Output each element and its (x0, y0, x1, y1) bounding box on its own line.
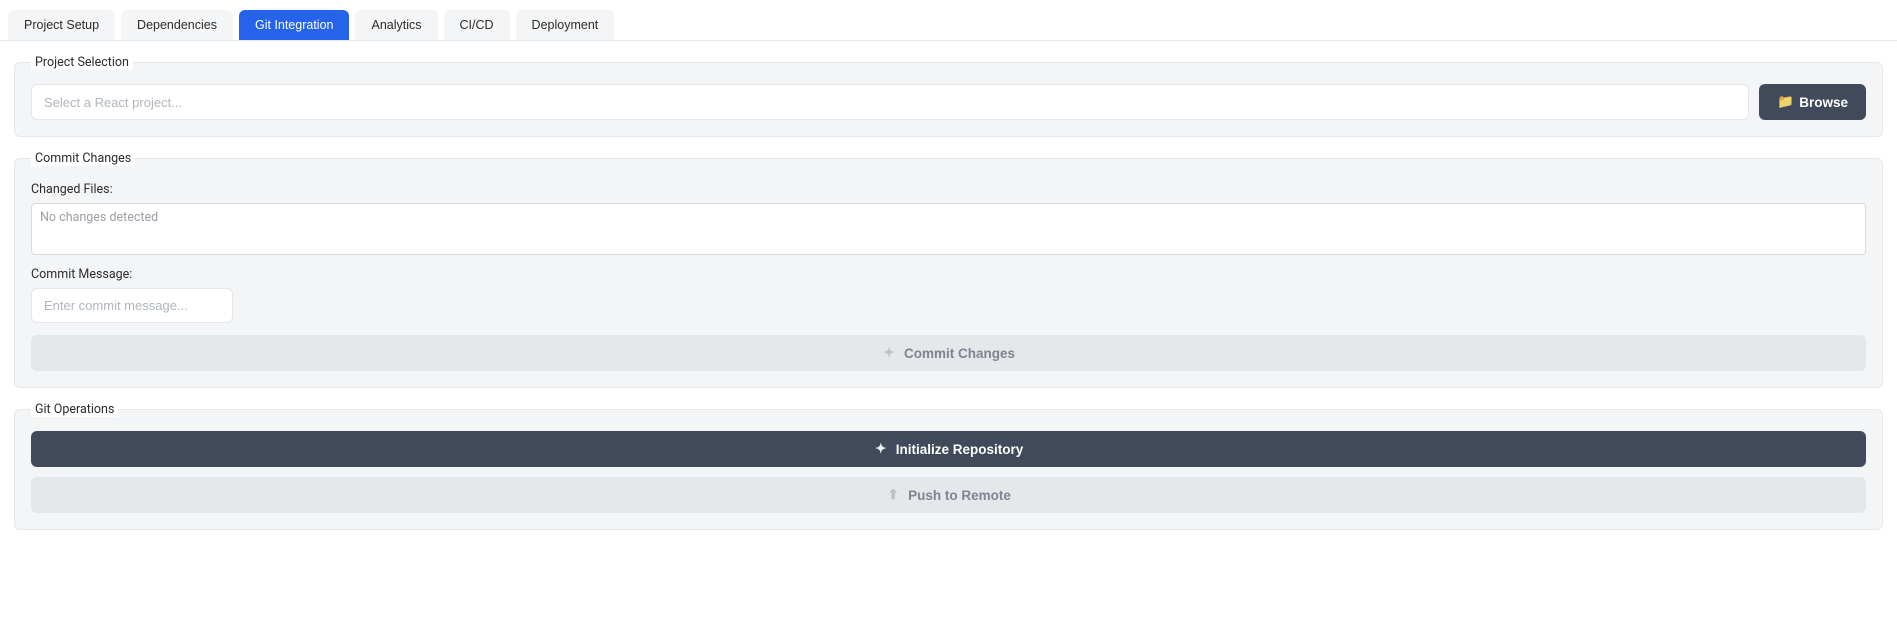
browse-button-label: Browse (1799, 95, 1848, 110)
commit-icon: ✦ (882, 345, 896, 361)
upload-icon: ⬆ (886, 487, 900, 503)
tab-project-setup[interactable]: Project Setup (8, 10, 115, 40)
changed-files-label: Changed Files: (31, 182, 1866, 197)
project-path-input[interactable] (31, 84, 1749, 120)
tab-git-integration[interactable]: Git Integration (239, 10, 350, 40)
tab-ci-cd[interactable]: CI/CD (444, 10, 510, 40)
push-to-remote-label: Push to Remote (908, 488, 1011, 503)
git-operations-group: Git Operations ✦ Initialize Repository ⬆… (14, 402, 1883, 530)
initialize-repository-label: Initialize Repository (896, 442, 1024, 457)
commit-message-label: Commit Message: (31, 267, 1866, 282)
project-selection-group: Project Selection 📁 Browse (14, 55, 1883, 137)
changed-files-box[interactable]: No changes detected (31, 203, 1866, 255)
tab-deployment[interactable]: Deployment (516, 10, 615, 40)
commit-changes-legend: Commit Changes (31, 151, 135, 166)
commit-changes-button[interactable]: ✦ Commit Changes (31, 335, 1866, 371)
folder-icon: 📁 (1777, 94, 1791, 110)
git-operations-legend: Git Operations (31, 402, 118, 417)
project-selection-legend: Project Selection (31, 55, 133, 70)
commit-changes-group: Commit Changes Changed Files: No changes… (14, 151, 1883, 388)
initialize-repository-button[interactable]: ✦ Initialize Repository (31, 431, 1866, 467)
commit-message-input[interactable] (31, 288, 233, 323)
tab-content: Project Selection 📁 Browse Commit Change… (0, 41, 1897, 558)
tab-analytics[interactable]: Analytics (355, 10, 437, 40)
tabs-bar: Project Setup Dependencies Git Integrati… (0, 0, 1897, 41)
sparkle-icon: ✦ (874, 441, 888, 457)
browse-button[interactable]: 📁 Browse (1759, 84, 1866, 120)
commit-changes-button-label: Commit Changes (904, 346, 1015, 361)
push-to-remote-button[interactable]: ⬆ Push to Remote (31, 477, 1866, 513)
tab-dependencies[interactable]: Dependencies (121, 10, 233, 40)
